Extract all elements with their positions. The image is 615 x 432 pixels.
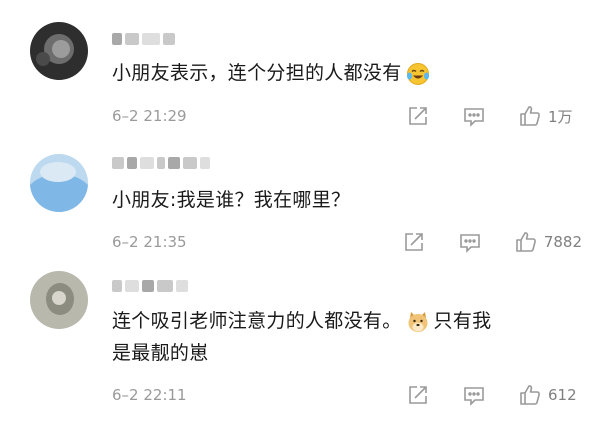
like-count: 7882 — [543, 233, 582, 251]
comment-text-tail: 只有我 — [433, 310, 492, 332]
avatar[interactable] — [30, 154, 88, 212]
comment-time: 6–2 22:11 — [112, 386, 187, 404]
comment-time: 6–2 21:35 — [112, 233, 187, 251]
comment-item: 小朋友表示，连个分担的人都没有 6–2 21:29 1万 — [0, 0, 615, 140]
comment-time: 6–2 21:29 — [112, 107, 187, 125]
comment-actions: 7882 — [402, 230, 582, 254]
comment-text: 小朋友表示，连个分担的人都没有 — [112, 57, 430, 89]
like-count: 612 — [548, 386, 577, 404]
thumbs-up-icon[interactable] — [518, 104, 542, 128]
comment-text-line: 是最靓的崽 — [112, 342, 209, 364]
avatar[interactable] — [30, 271, 88, 329]
comment-text: 小朋友:我是谁？我在哪里？ — [112, 184, 350, 216]
like-count: 1万 — [548, 107, 573, 126]
username-blurred[interactable] — [112, 156, 210, 170]
avatar[interactable] — [30, 22, 88, 80]
comment-text-body: 小朋友表示，连个分担的人都没有 — [112, 62, 402, 84]
comment-text-body: 连个吸引老师注意力的人都没有。 — [112, 310, 402, 332]
thumbs-up-icon[interactable] — [518, 383, 542, 407]
username-blurred[interactable] — [112, 279, 188, 293]
comment-text-line: 连个吸引老师注意力的人都没有。 只有我 — [112, 305, 592, 337]
crying-laughing-emoji — [406, 62, 430, 86]
comment-actions: 612 — [406, 383, 582, 407]
comment-actions: 1万 — [406, 104, 582, 128]
reply-icon[interactable] — [458, 230, 482, 254]
comment-item: 连个吸引老师注意力的人都没有。 只有我 是最靓的崽 6–2 22:11 612 — [0, 265, 615, 432]
comment-meta: 6–2 22:11 612 — [112, 383, 582, 407]
comment-meta: 6–2 21:29 1万 — [112, 104, 582, 128]
thumbs-up-icon[interactable] — [514, 230, 538, 254]
comment-item: 小朋友:我是谁？我在哪里？ 6–2 21:35 7882 — [0, 140, 615, 265]
username-blurred[interactable] — [112, 32, 175, 46]
share-icon[interactable] — [406, 104, 430, 128]
reply-icon[interactable] — [462, 104, 486, 128]
doge-emoji — [406, 310, 430, 334]
reply-icon[interactable] — [462, 383, 486, 407]
share-icon[interactable] — [402, 230, 426, 254]
comment-text: 连个吸引老师注意力的人都没有。 只有我 是最靓的崽 — [112, 305, 592, 369]
share-icon[interactable] — [406, 383, 430, 407]
comment-text-body: 小朋友:我是谁？我在哪里？ — [112, 189, 351, 211]
comment-meta: 6–2 21:35 7882 — [112, 230, 582, 254]
